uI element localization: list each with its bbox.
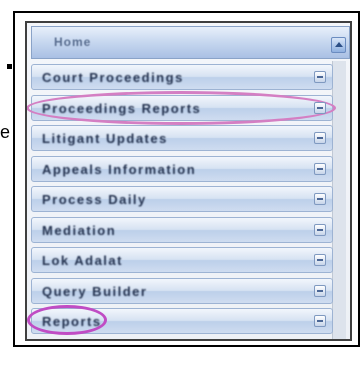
menu-item-label: Lok Adalat — [42, 253, 123, 268]
menu-header-label: Home — [54, 35, 92, 49]
screenshot-frame: Home Court Proceedings Proceedings Repor… — [13, 11, 360, 347]
menu-item-query-builder[interactable]: Query Builder — [31, 277, 333, 304]
menu-item-label: Reports — [42, 314, 102, 329]
expand-icon[interactable] — [314, 132, 326, 144]
expand-icon[interactable] — [314, 315, 326, 327]
side-text-fragment: e — [0, 122, 11, 142]
menu-item-label: Process Daily — [42, 192, 147, 207]
menu-item-label: Query Builder — [42, 283, 148, 299]
expand-icon[interactable] — [314, 284, 326, 297]
expand-icon[interactable] — [314, 254, 326, 266]
menu-item-court-proceedings[interactable]: Court Proceedings — [31, 64, 333, 90]
expand-icon[interactable] — [314, 223, 326, 236]
expand-icon[interactable] — [314, 101, 326, 114]
menu-item-label: Court Proceedings — [42, 70, 184, 85]
menu-item-process-daily[interactable]: Process Daily — [31, 186, 333, 212]
menu-panel: Home Court Proceedings Proceedings Repor… — [25, 21, 352, 341]
expand-icon[interactable] — [314, 71, 326, 83]
scrollbar-track[interactable] — [332, 61, 346, 339]
menu-item-mediation[interactable]: Mediation — [31, 216, 333, 243]
left-marker — [7, 64, 12, 69]
menu-item-label: Appeals Information — [42, 161, 197, 177]
scroll-up-arrow-icon[interactable] — [331, 37, 346, 53]
menu-item-proceedings-reports[interactable]: Proceedings Reports — [27, 90, 336, 125]
expand-icon[interactable] — [314, 193, 326, 205]
expand-icon[interactable] — [314, 162, 326, 175]
menu-item-label: Proceedings Reports — [42, 100, 202, 116]
menu-item-litigant-updates[interactable]: Litigant Updates — [31, 125, 333, 151]
menu-list: Court Proceedings Proceedings Reports Li… — [27, 64, 336, 339]
menu-header[interactable]: Home — [31, 26, 350, 59]
menu-item-lok-adalat[interactable]: Lok Adalat — [31, 247, 333, 273]
menu-item-label: Litigant Updates — [42, 131, 168, 146]
menu-item-label: Mediation — [42, 222, 117, 238]
menu-item-reports[interactable]: Reports — [27, 305, 333, 335]
menu-item-appeals-information[interactable]: Appeals Information — [31, 155, 333, 182]
